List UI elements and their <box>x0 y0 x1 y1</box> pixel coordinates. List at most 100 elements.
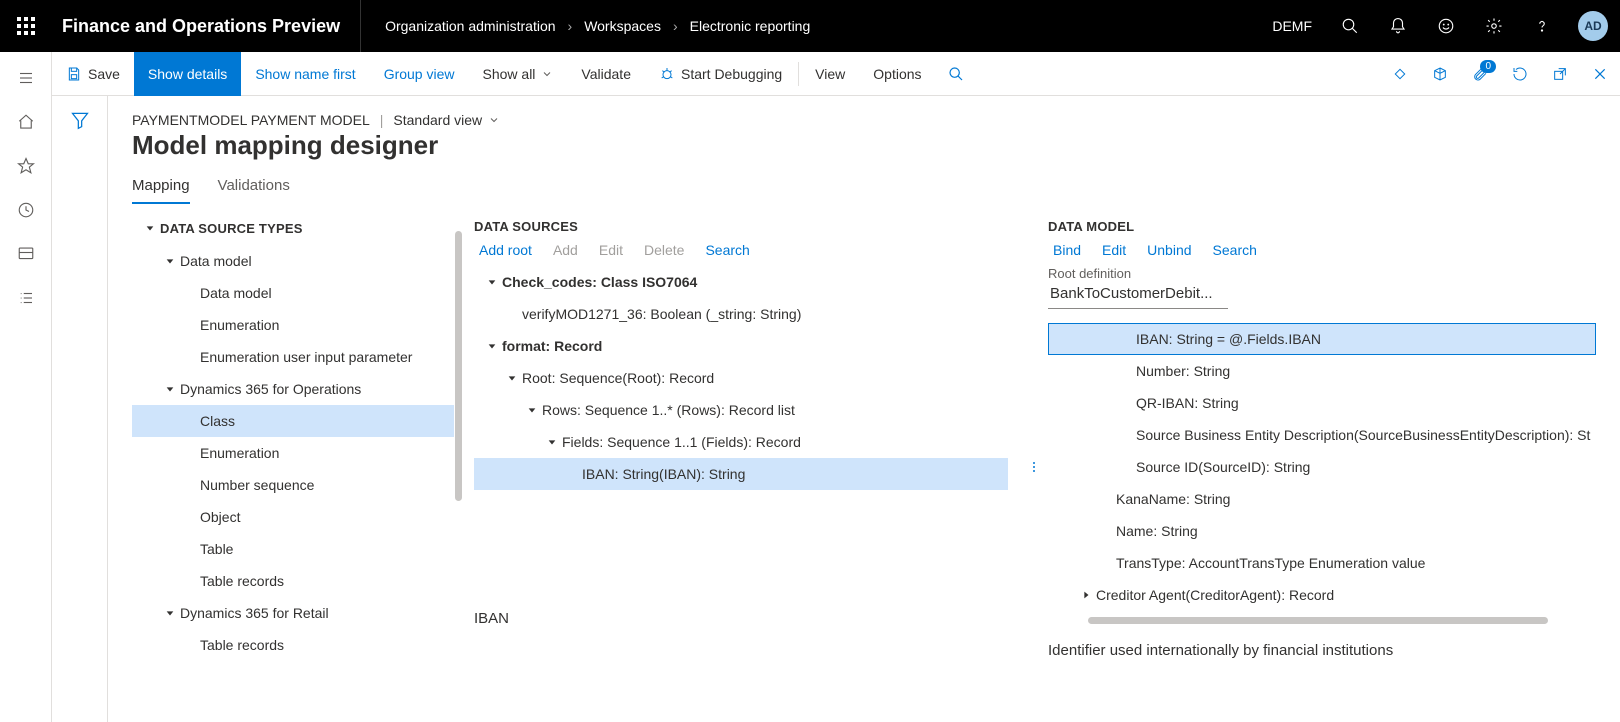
scrollbar[interactable] <box>1088 617 1548 624</box>
filter-rail <box>52 96 108 722</box>
bell-icon[interactable] <box>1374 0 1422 52</box>
tree-item[interactable]: Enumeration <box>132 309 454 341</box>
legal-entity[interactable]: DEMF <box>1258 18 1326 34</box>
page-title: Model mapping designer <box>132 130 1620 161</box>
section-title: DATA SOURCES <box>474 219 1008 234</box>
unbind-button[interactable]: Unbind <box>1142 242 1191 258</box>
options-button[interactable]: Options <box>859 52 935 96</box>
tree-item[interactable]: TransType: AccountTransType Enumeration … <box>1048 547 1596 579</box>
action-search-icon[interactable] <box>936 52 976 96</box>
smile-icon[interactable] <box>1422 0 1470 52</box>
tree-item[interactable]: KanaName: String <box>1048 483 1596 515</box>
save-button[interactable]: Save <box>52 52 134 96</box>
splitter[interactable] <box>1028 211 1040 722</box>
tree-item[interactable]: Number sequence <box>132 469 454 501</box>
root-def-label: Root definition <box>1048 266 1596 281</box>
center-footer: IBAN <box>474 610 1008 627</box>
chevron-down-icon <box>488 114 500 126</box>
tree-item[interactable]: Class <box>132 405 454 437</box>
show-details-label: Show details <box>148 66 227 82</box>
root-def-value[interactable]: BankToCustomerDebit... <box>1048 281 1228 309</box>
tree-item[interactable]: Table <box>132 533 454 565</box>
tab-validations[interactable]: Validations <box>218 171 290 204</box>
tree-item[interactable]: Source Business Entity Description(Sourc… <box>1048 419 1596 451</box>
tree-item[interactable]: Table records <box>132 629 454 661</box>
gear-icon[interactable] <box>1470 0 1518 52</box>
page: PAYMENTMODEL PAYMENT MODEL | Standard vi… <box>108 96 1620 722</box>
model-breadcrumb: PAYMENTMODEL PAYMENT MODEL <box>132 112 370 128</box>
tree-item[interactable]: IBAN: String = @.Fields.IBAN <box>1048 323 1596 355</box>
view-selector[interactable]: Standard view <box>393 112 500 128</box>
tree-item[interactable]: format: Record <box>474 330 1008 362</box>
right-footer: Identifier used internationally by finan… <box>1048 642 1596 659</box>
help-icon[interactable] <box>1518 0 1566 52</box>
waffle-icon <box>17 17 35 35</box>
breadcrumb-item[interactable]: Organization administration <box>385 18 555 34</box>
section-header[interactable]: DATA SOURCE TYPES <box>132 211 454 245</box>
tree-item[interactable]: IBAN: String(IBAN): String <box>474 458 1008 490</box>
popout-icon[interactable] <box>1540 52 1580 96</box>
avatar[interactable]: AD <box>1578 11 1608 41</box>
tree-item[interactable]: Number: String <box>1048 355 1596 387</box>
show-name-first-button[interactable]: Show name first <box>241 52 369 96</box>
tabs: Mapping Validations <box>132 171 1620 205</box>
show-all-dropdown[interactable]: Show all <box>469 52 568 96</box>
tree-item[interactable]: Data model <box>132 245 454 277</box>
tree-item[interactable]: Creditor Agent(CreditorAgent): Record <box>1048 579 1596 611</box>
chevron-right-icon: › <box>568 18 573 34</box>
chevron-right-icon: › <box>673 18 678 34</box>
group-view-button[interactable]: Group view <box>370 52 469 96</box>
validate-button[interactable]: Validate <box>567 52 645 96</box>
tree-item[interactable]: Table records <box>132 565 454 597</box>
filter-icon[interactable] <box>70 110 90 130</box>
recent-icon[interactable] <box>0 188 52 232</box>
app-title: Finance and Operations Preview <box>52 0 361 52</box>
modules-icon[interactable] <box>0 276 52 320</box>
bind-button[interactable]: Bind <box>1048 242 1081 258</box>
add-button: Add <box>548 242 578 258</box>
edit-button[interactable]: Edit <box>1097 242 1126 258</box>
top-header: Finance and Operations Preview Organizat… <box>0 0 1620 52</box>
diamond-icon[interactable] <box>1380 52 1420 96</box>
app-launcher[interactable] <box>0 0 52 52</box>
edit-button: Edit <box>594 242 623 258</box>
tree-item[interactable]: Enumeration <box>132 437 454 469</box>
hamburger-icon[interactable] <box>0 56 52 100</box>
breadcrumb-item[interactable]: Workspaces <box>584 18 661 34</box>
view-button[interactable]: View <box>801 52 859 96</box>
close-icon[interactable] <box>1580 52 1620 96</box>
tree-item[interactable]: Data model <box>132 277 454 309</box>
tree-item[interactable]: Fields: Sequence 1..1 (Fields): Record <box>474 426 1008 458</box>
data-source-types-pane: DATA SOURCE TYPES Data modelData modelEn… <box>132 211 462 722</box>
tree-item[interactable]: Name: String <box>1048 515 1596 547</box>
save-label: Save <box>88 66 120 82</box>
start-debugging-button[interactable]: Start Debugging <box>645 52 796 96</box>
data-sources-pane: DATA SOURCES Add root Add <box>462 211 1028 722</box>
left-rail <box>0 52 52 722</box>
show-details-button[interactable]: Show details <box>134 52 241 96</box>
tree-item[interactable]: Dynamics 365 for Operations <box>132 373 454 405</box>
tree-item[interactable]: Check_codes: Class ISO7064 <box>474 266 1008 298</box>
tree-item[interactable]: Object <box>132 501 454 533</box>
tree-item[interactable]: Source ID(SourceID): String <box>1048 451 1596 483</box>
workspace-icon[interactable] <box>0 232 52 276</box>
package-icon[interactable] <box>1420 52 1460 96</box>
tree-item[interactable]: Dynamics 365 for Retail <box>132 597 454 629</box>
tab-mapping[interactable]: Mapping <box>132 171 190 204</box>
refresh-icon[interactable] <box>1500 52 1540 96</box>
scrollbar[interactable] <box>455 231 462 501</box>
tree-item[interactable]: verifyMOD1271_36: Boolean (_string: Stri… <box>474 298 1008 330</box>
tree-item[interactable]: Enumeration user input parameter <box>132 341 454 373</box>
star-icon[interactable] <box>0 144 52 188</box>
home-icon[interactable] <box>0 100 52 144</box>
tree-item[interactable]: QR-IBAN: String <box>1048 387 1596 419</box>
search-button[interactable]: Search <box>1208 242 1257 258</box>
breadcrumb-item[interactable]: Electronic reporting <box>690 18 811 34</box>
attachments-icon[interactable]: 0 <box>1460 52 1500 96</box>
search-icon[interactable] <box>1326 0 1374 52</box>
add-root-button[interactable]: Add root <box>474 242 532 258</box>
tree-item[interactable]: Rows: Sequence 1..* (Rows): Record list <box>474 394 1008 426</box>
attachments-badge: 0 <box>1480 60 1496 73</box>
search-button[interactable]: Search <box>700 242 749 258</box>
tree-item[interactable]: Root: Sequence(Root): Record <box>474 362 1008 394</box>
